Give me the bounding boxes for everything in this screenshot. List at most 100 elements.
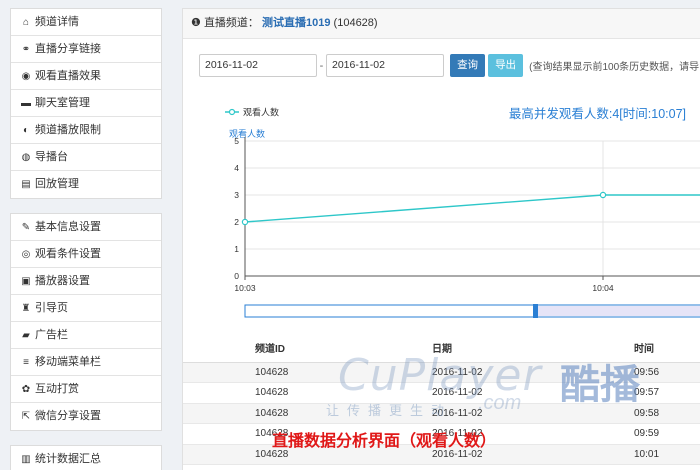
cell-time: 09:58 xyxy=(606,403,700,424)
table-row: 104628 2016-11-02 09:56 xyxy=(183,362,700,383)
sidebar-item-label: 观看直播效果 xyxy=(35,70,101,82)
y-tick-label: 4 xyxy=(234,163,239,173)
sidebar-item[interactable]: ◍ 导播台 xyxy=(11,144,161,171)
cell-time: 09:57 xyxy=(606,382,700,404)
col-header-date[interactable]: 日期 xyxy=(358,333,606,363)
zoom-slider-window xyxy=(535,306,700,316)
sidebar-item-label: 回放管理 xyxy=(35,178,79,190)
viewers-line-chart: 观看人数 最高并发观看人数:4[时间:10:07]观看人数01234510:03 1… xyxy=(225,106,700,318)
legend-label: 观看人数 xyxy=(243,107,279,118)
sidebar-group-stats: ▥ 统计数据汇总 xyxy=(10,445,162,470)
eye-icon: ◎ xyxy=(21,249,31,260)
sidebar-item[interactable]: ⇱ 微信分享设置 xyxy=(11,403,161,430)
y-tick-label: 2 xyxy=(234,217,239,227)
sidebar-group-channel: ⌂ 频道详情 ⚭ 直播分享链接 ◉ 观看直播效果 ▬ 聊天室管理 ◐ 频道播放限制 ◍ 导播台 ▤ 回放管… xyxy=(10,8,162,199)
briefcase-icon: ▰ xyxy=(22,330,30,341)
sidebar-item-label: 聊天室管理 xyxy=(35,97,90,109)
channel-prefix: 直播频道： xyxy=(203,17,259,29)
bar-chart-icon: ▥ xyxy=(21,454,31,465)
film-icon: ▤ xyxy=(21,179,31,190)
x-tick-label: 10:03 xyxy=(234,283,256,293)
sidebar-group-settings: ✎ 基本信息设置 ◎ 观看条件设置 ▣ 播放器设置 ♜ 引导页 ▰ 广告栏 ≡ 移动端菜单栏 ✿ 互动打赏… xyxy=(10,213,162,431)
sidebar-item[interactable]: ⌂ 频道详情 xyxy=(11,9,161,36)
sidebar-item[interactable]: ⚭ 直播分享链接 xyxy=(11,36,161,63)
cell-time: 10:01 xyxy=(606,444,700,465)
query-button[interactable]: 查询 xyxy=(450,54,486,77)
cell-time: 09:56 xyxy=(606,362,700,383)
sidebar-item[interactable]: ◐ 频道播放限制 xyxy=(11,117,161,144)
pencil-icon: ✎ xyxy=(21,222,31,233)
series-line xyxy=(244,194,700,223)
sidebar-item[interactable]: ▥ 统计数据汇总 xyxy=(11,446,161,470)
sidebar-item[interactable]: ♜ 引导页 xyxy=(11,295,161,322)
col-header-channel-id[interactable]: 频道ID xyxy=(183,333,358,363)
chess-rook-icon: ♜ xyxy=(21,303,31,314)
channel-id: (104628) xyxy=(333,17,378,29)
sidebar-item-label: 互动打赏 xyxy=(35,383,79,395)
home-icon: ⌂ xyxy=(22,17,30,28)
menu-icon: ≡ xyxy=(23,357,29,368)
end-date-input[interactable]: 2016-11-02 xyxy=(326,54,444,77)
gift-icon: ✿ xyxy=(21,384,31,395)
y-tick-label: 3 xyxy=(234,190,239,200)
cell-date: 2016-11-02 xyxy=(358,382,606,404)
sidebar-item-label: 广告栏 xyxy=(35,329,68,341)
y-tick-label: 0 xyxy=(234,271,239,281)
sidebar-item[interactable]: ▬ 聊天室管理 xyxy=(11,90,161,117)
main-panel: ❶ 直播频道： 测试直播1019 (104628) 2016-11-02-201… xyxy=(182,8,700,470)
comment-icon: ▬ xyxy=(21,98,31,109)
sidebar-item-label: 引导页 xyxy=(35,302,68,314)
sidebar-item[interactable]: ◎ 观看条件设置 xyxy=(11,241,161,268)
cell-channel-id: 104628 xyxy=(183,403,358,424)
legend-marker xyxy=(228,108,236,116)
sidebar-item[interactable]: ▰ 广告栏 xyxy=(11,322,161,349)
chart-title: 最高并发观看人数:4[时间:10:07] xyxy=(509,106,686,121)
sidebar-item-label: 统计数据汇总 xyxy=(35,453,101,465)
sidebar-item-label: 导播台 xyxy=(35,151,68,163)
sidebar-item-label: 观看条件设置 xyxy=(35,248,101,260)
sidebar-item[interactable]: ◉ 观看直播效果 xyxy=(11,63,161,90)
query-note: (查询结果显示前100条历史数据，请导出记录 xyxy=(529,62,700,73)
filter-bar: 2016-11-02-2016-11-02 查询 导出 (查询结果显示前100条历… xyxy=(199,54,700,77)
sidebar-item[interactable]: ▤ 回放管理 xyxy=(11,171,161,198)
channel-name-link[interactable]: 测试直播1019 xyxy=(262,17,330,29)
cell-channel-id: 104628 xyxy=(183,362,358,383)
sidebar-item[interactable]: ✎ 基本信息设置 xyxy=(11,214,161,241)
eye-slash-icon: ◐ xyxy=(22,125,30,136)
cell-channel-id: 104628 xyxy=(183,382,358,404)
sidebar-item-label: 频道详情 xyxy=(35,16,79,28)
table-row: 104628 2016-11-02 09:58 xyxy=(183,403,700,424)
date-separator: - xyxy=(319,59,324,72)
cell-date: 2016-11-02 xyxy=(358,362,606,383)
export-button[interactable]: 导出 xyxy=(488,54,524,77)
sidebar: ⌂ 频道详情 ⚭ 直播分享链接 ◉ 观看直播效果 ▬ 聊天室管理 ◐ 频道播放限制 ◍ 导播台 ▤ 回放管… xyxy=(10,8,162,470)
sidebar-item[interactable]: ≡ 移动端菜单栏 xyxy=(11,349,161,376)
sidebar-item-label: 基本信息设置 xyxy=(35,221,101,233)
x-tick-label: 10:04 xyxy=(592,283,614,293)
cell-date: 2016-11-02 xyxy=(358,403,606,424)
sidebar-item-label: 频道播放限制 xyxy=(35,124,101,136)
sidebar-item-label: 微信分享设置 xyxy=(35,410,101,422)
table-header-row: 频道ID 日期 时间 xyxy=(183,333,700,363)
data-point xyxy=(599,191,607,199)
share-icon: ⇱ xyxy=(21,411,31,422)
sidebar-item-label: 播放器设置 xyxy=(35,275,90,287)
link-icon: ⚭ xyxy=(21,44,31,55)
play-circle-icon: ◉ xyxy=(21,71,31,82)
cell-time: 09:59 xyxy=(606,423,700,445)
data-point xyxy=(241,218,249,226)
info-circle-icon: ❶ xyxy=(191,17,201,29)
sidebar-item-label: 移动端菜单栏 xyxy=(35,356,101,368)
player-icon: ▣ xyxy=(21,276,31,287)
table-row: 104628 2016-11-02 09:57 xyxy=(183,382,700,404)
start-date-input[interactable]: 2016-11-02 xyxy=(199,54,317,77)
sidebar-item[interactable]: ✿ 互动打赏 xyxy=(11,376,161,403)
channel-header: ❶ 直播频道： 测试直播1019 (104628) xyxy=(183,9,700,39)
sidebar-item-label: 直播分享链接 xyxy=(35,43,101,55)
zoom-slider-handle xyxy=(533,304,538,318)
sidebar-item[interactable]: ▣ 播放器设置 xyxy=(11,268,161,295)
image-caption: 直播数据分析界面（观看人数） xyxy=(272,433,497,450)
y-tick-label: 1 xyxy=(234,244,239,254)
col-header-time[interactable]: 时间 xyxy=(606,333,700,363)
globe-icon: ◍ xyxy=(21,152,31,163)
